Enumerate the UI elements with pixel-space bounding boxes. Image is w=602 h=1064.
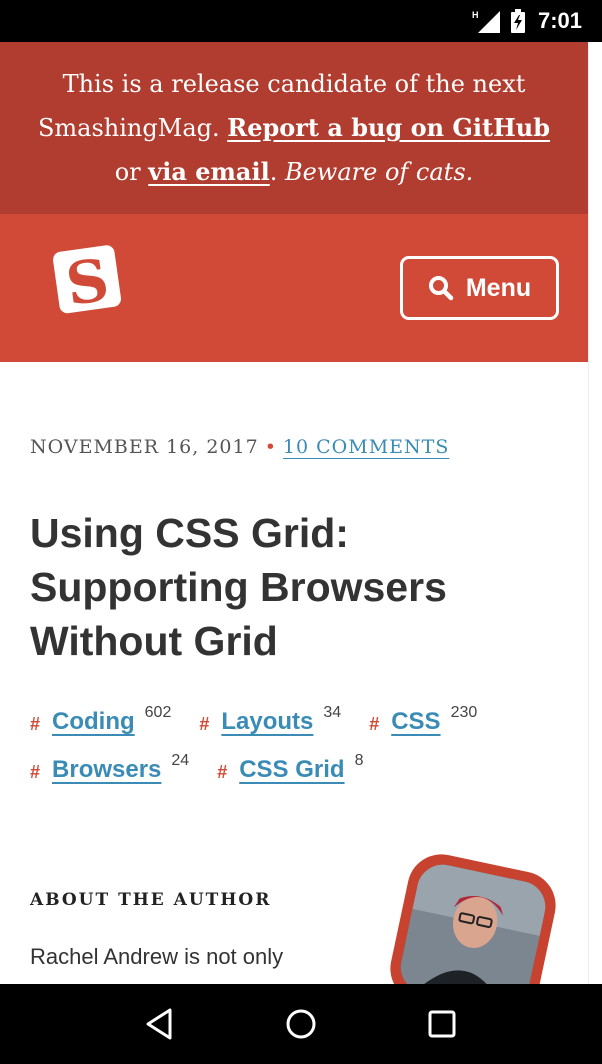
- banner-line-1: This is a release candidate of the next: [62, 70, 526, 98]
- hash-icon: #: [199, 714, 210, 734]
- hash-icon: #: [217, 762, 228, 782]
- article-meta: November 16, 2017 • 10 comments: [30, 436, 449, 458]
- article-date: November 16, 2017: [30, 436, 259, 458]
- author-bio: Rachel Andrew is not only: [30, 944, 284, 969]
- scrollbar-track[interactable]: [588, 42, 602, 984]
- tag-css-grid: # CSS Grid 8: [217, 750, 363, 784]
- banner-line-2: SmashingMag. Report a bug on GitHub: [0, 106, 588, 150]
- tag-link-layouts[interactable]: Layouts: [221, 708, 313, 736]
- tag-css: # CSS 230: [369, 702, 477, 736]
- report-bug-link[interactable]: Report a bug on GitHub: [227, 113, 550, 142]
- tag-count: 34: [323, 704, 342, 721]
- banner-prefix: SmashingMag.: [37, 114, 228, 142]
- search-icon: [428, 276, 454, 301]
- banner-period: .: [269, 158, 285, 186]
- browser-viewport[interactable]: This is a release candidate of the next …: [0, 42, 602, 984]
- recents-icon[interactable]: [422, 1004, 462, 1044]
- cats-note: Beware of cats.: [284, 158, 474, 186]
- banner-or: or: [114, 158, 149, 186]
- hash-icon: #: [369, 714, 380, 734]
- hash-icon: #: [30, 714, 41, 734]
- release-banner: This is a release candidate of the next …: [0, 42, 588, 214]
- tag-link-browsers[interactable]: Browsers: [52, 756, 161, 784]
- network-type-label: H: [472, 10, 479, 20]
- back-icon[interactable]: [140, 1004, 180, 1044]
- smashing-logo-icon[interactable]: S: [50, 244, 128, 376]
- tag-count: 8: [354, 752, 364, 769]
- site-header: S Menu: [0, 214, 588, 376]
- tag-link-css[interactable]: CSS: [391, 708, 440, 736]
- comments-link[interactable]: 10 comments: [283, 436, 449, 458]
- author-heading-label: About The Author: [30, 890, 272, 910]
- home-icon[interactable]: [281, 1004, 321, 1044]
- tag-list: # Coding 602 # Layouts 34 # CSS 230 # Br…: [30, 702, 570, 798]
- author-avatar[interactable]: [384, 848, 562, 984]
- tag-link-coding[interactable]: Coding: [52, 708, 135, 736]
- menu-button[interactable]: Menu: [400, 256, 559, 320]
- tag-coding: # Coding 602: [30, 702, 171, 736]
- email-link[interactable]: via email: [148, 157, 269, 186]
- tag-count: 24: [171, 752, 190, 769]
- tag-row: # Browsers 24 # CSS Grid 8: [30, 750, 570, 798]
- menu-label: Menu: [465, 273, 532, 302]
- banner-line-3: or via email. Beware of cats.: [0, 150, 588, 194]
- status-bar: H 7:01: [0, 0, 602, 42]
- battery-charging-icon: [510, 9, 526, 33]
- status-time: 7:01: [537, 8, 582, 33]
- tag-link-css-grid[interactable]: CSS Grid: [239, 756, 344, 784]
- author-heading: About The Author: [30, 890, 271, 910]
- status-icons: H 7:01: [472, 6, 582, 36]
- meta-separator: •: [264, 436, 277, 458]
- tag-count: 230: [450, 704, 478, 721]
- tag-layouts: # Layouts 34: [199, 702, 341, 736]
- tag-count: 602: [144, 704, 172, 721]
- signal-icon: H: [472, 9, 502, 33]
- article-title: Using CSS Grid: Supporting Browsers With…: [30, 510, 447, 664]
- comments-label: 10 comments: [282, 436, 450, 458]
- tag-row: # Coding 602 # Layouts 34 # CSS 230: [30, 702, 570, 750]
- hash-icon: #: [30, 762, 41, 782]
- author-photo: [395, 859, 551, 984]
- tag-browsers: # Browsers 24: [30, 750, 189, 784]
- navigation-bar: [0, 984, 602, 1064]
